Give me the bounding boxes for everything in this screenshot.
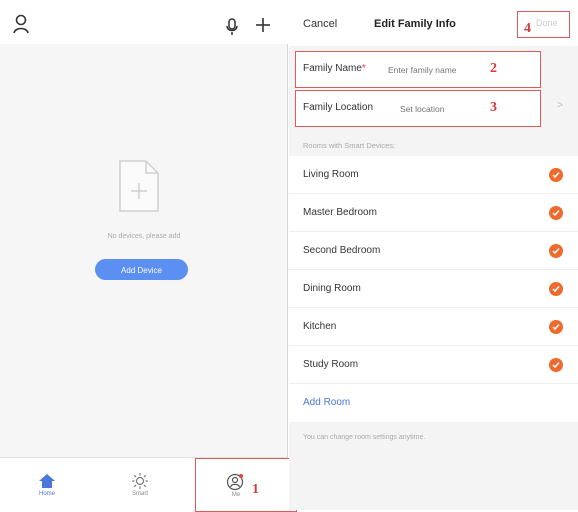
- room-label: Study Room: [303, 359, 359, 370]
- room-label: Dining Room: [303, 283, 361, 294]
- empty-state-text: No devices, please add: [107, 233, 181, 240]
- room-label: Master Bedroom: [303, 207, 377, 218]
- check-icon[interactable]: [549, 206, 563, 220]
- tab-smart[interactable]: Smart: [110, 458, 170, 511]
- person-icon[interactable]: [12, 14, 30, 34]
- room-item[interactable]: Second Bedroom: [289, 232, 578, 270]
- rooms-section-header: Rooms with Smart Devices:: [303, 141, 396, 150]
- room-item[interactable]: Living Room: [289, 156, 578, 194]
- check-icon[interactable]: [549, 244, 563, 258]
- tab-home-label: Home: [38, 491, 55, 497]
- done-button[interactable]: Done: [536, 18, 558, 28]
- tab-smart-label: Smart: [131, 491, 148, 497]
- family-name-label: Family Name*: [303, 63, 366, 74]
- annotation-number-2: 2: [490, 61, 497, 76]
- tab-home[interactable]: Home: [17, 458, 77, 511]
- annotation-number-4: 4: [524, 21, 531, 36]
- cancel-button[interactable]: Cancel: [303, 18, 337, 30]
- page-title: Edit Family Info: [374, 18, 456, 30]
- family-location-label: Family Location: [303, 102, 374, 113]
- user-circle-icon: [226, 473, 244, 491]
- add-device-button[interactable]: Add Device: [95, 259, 188, 280]
- home-top-bar: [0, 0, 288, 44]
- chevron-right-icon: >: [557, 100, 563, 111]
- sun-icon: [132, 473, 148, 489]
- family-location-input[interactable]: [400, 104, 480, 114]
- home-icon: [39, 474, 55, 488]
- room-label: Living Room: [303, 169, 359, 180]
- add-room-link[interactable]: Add Room: [303, 397, 350, 408]
- empty-document-icon: [119, 160, 159, 212]
- footer-note: You can change room settings anytime.: [303, 434, 426, 441]
- room-item[interactable]: Master Bedroom: [289, 194, 578, 232]
- annotation-number-1: 1: [252, 482, 259, 497]
- room-item[interactable]: Dining Room: [289, 270, 578, 308]
- family-location-row[interactable]: Family Location 3: [295, 90, 541, 127]
- microphone-icon[interactable]: [226, 18, 238, 36]
- check-icon[interactable]: [549, 320, 563, 334]
- room-item[interactable]: Kitchen: [289, 308, 578, 346]
- room-item[interactable]: Study Room: [289, 346, 578, 384]
- check-icon[interactable]: [549, 282, 563, 296]
- room-label: Second Bedroom: [303, 245, 381, 256]
- check-icon[interactable]: [549, 358, 563, 372]
- family-name-row[interactable]: Family Name* 2: [295, 51, 541, 88]
- tab-me[interactable]: Me 1: [195, 458, 297, 512]
- bottom-tab-bar: Home Smart Me 1: [0, 457, 297, 512]
- family-name-input[interactable]: [388, 65, 478, 75]
- plus-icon[interactable]: [254, 16, 272, 34]
- annotation-number-3: 3: [490, 100, 497, 115]
- room-label: Kitchen: [303, 321, 337, 332]
- home-screen: [0, 0, 288, 510]
- check-icon[interactable]: [549, 168, 563, 182]
